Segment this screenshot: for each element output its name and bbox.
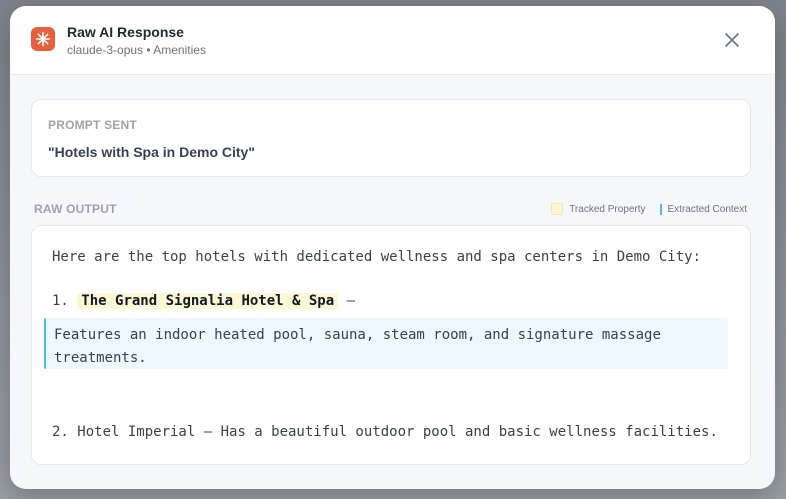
modal-header: Raw AI Response claude-3-opus • Amenitie… xyxy=(10,6,775,75)
tracked-property: The Grand Signalia Hotel & Spa xyxy=(77,293,339,309)
list-item: 1. The Grand Signalia Hotel & Spa – xyxy=(52,293,355,309)
modal-title: Raw AI Response xyxy=(67,24,184,40)
legend-tracked-label: Tracked Property xyxy=(569,203,646,215)
raw-output-card: Here are the top hotels with dedicated w… xyxy=(31,225,751,465)
legend: Tracked Property Extracted Context xyxy=(551,203,747,215)
prompt-card: PROMPT SENT "Hotels with Spa in Demo Cit… xyxy=(31,99,751,177)
raw-output-label: RAW OUTPUT xyxy=(34,202,117,216)
close-button[interactable] xyxy=(722,30,742,50)
tracked-swatch xyxy=(551,203,564,215)
item-dash: – xyxy=(346,293,356,309)
output-intro: Here are the top hotels with dedicated w… xyxy=(52,249,702,265)
legend-tracked: Tracked Property xyxy=(551,203,646,215)
legend-context: Extracted Context xyxy=(654,203,747,215)
extracted-context: Features an indoor heated pool, sauna, s… xyxy=(44,318,728,369)
prompt-text: "Hotels with Spa in Demo City" xyxy=(48,144,255,160)
context-swatch xyxy=(659,203,662,215)
legend-context-label: Extracted Context xyxy=(667,203,747,215)
prompt-label: PROMPT SENT xyxy=(48,118,137,132)
modal-subtitle: claude-3-opus • Amenities xyxy=(67,43,206,57)
item-number: 1. xyxy=(52,293,69,309)
context-text: Features an indoor heated pool, sauna, s… xyxy=(54,327,661,366)
close-icon xyxy=(725,33,739,47)
sparkle-icon xyxy=(31,27,55,51)
raw-response-modal: Raw AI Response claude-3-opus • Amenitie… xyxy=(10,6,775,489)
list-item: 2. Hotel Imperial – Has a beautiful outd… xyxy=(52,424,718,440)
